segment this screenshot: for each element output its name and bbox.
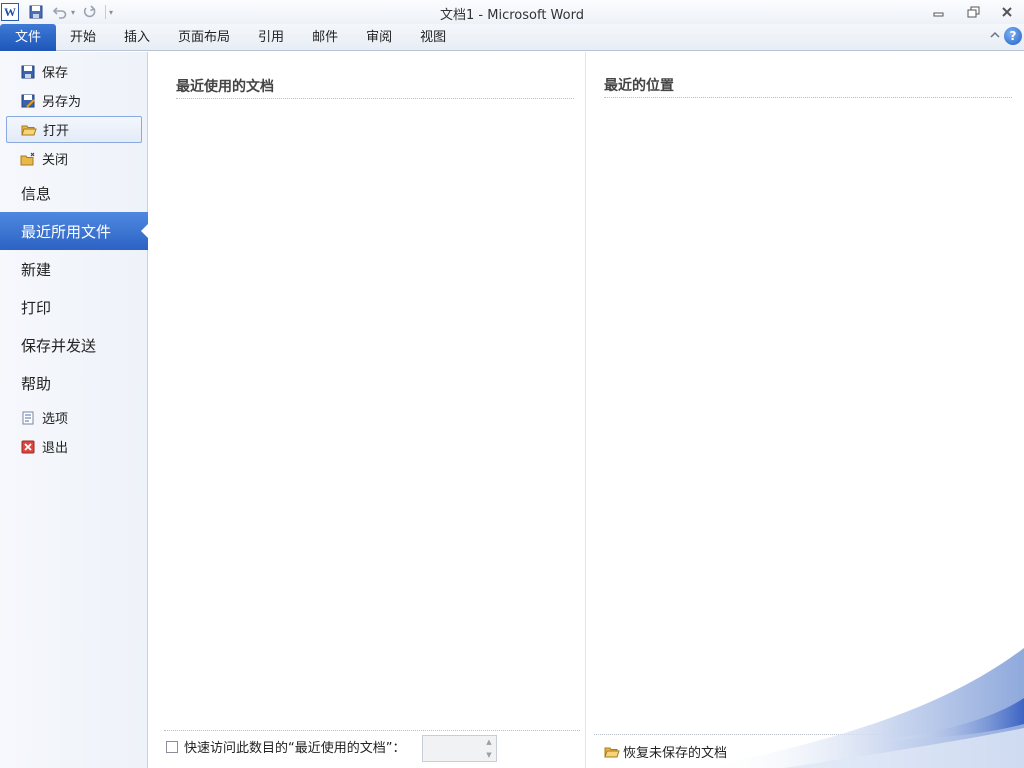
nav-tab-info[interactable]: 信息 bbox=[0, 174, 148, 212]
collapse-ribbon-icon[interactable] bbox=[990, 31, 1000, 42]
nav-save[interactable]: 保存 bbox=[6, 58, 142, 85]
exit-icon bbox=[20, 439, 36, 455]
recover-unsaved-label: 恢复未保存的文档 bbox=[623, 746, 728, 761]
nav-save-label: 保存 bbox=[42, 66, 69, 81]
nav-exit[interactable]: 退出 bbox=[6, 433, 142, 460]
open-folder-icon bbox=[21, 122, 37, 138]
nav-tab-new[interactable]: 新建 bbox=[0, 250, 148, 288]
quick-access-divider bbox=[164, 730, 580, 731]
nav-open-label: 打开 bbox=[43, 124, 70, 139]
recent-documents-title: 最近使用的文档 bbox=[176, 79, 274, 95]
stepper-down-icon[interactable]: ▼ bbox=[482, 749, 496, 762]
stepper-up-icon[interactable]: ▲ bbox=[482, 736, 496, 749]
close-folder-icon bbox=[20, 151, 36, 167]
tab-view[interactable]: 视图 bbox=[406, 24, 460, 51]
nav-save-as[interactable]: 另存为 bbox=[6, 87, 142, 114]
options-icon bbox=[20, 410, 36, 426]
quick-access-checkbox[interactable] bbox=[166, 740, 178, 753]
recent-places-divider bbox=[604, 97, 1012, 98]
recent-documents-divider bbox=[176, 98, 574, 99]
nav-close[interactable]: 关闭 bbox=[6, 145, 142, 172]
tab-file[interactable]: 文件 bbox=[0, 24, 56, 51]
quick-access-option: 快速访问此数目的“最近使用的文档”： bbox=[166, 737, 405, 756]
window-title: 文档1 - Microsoft Word bbox=[440, 8, 584, 23]
nav-tab-recent[interactable]: 最近所用文件 bbox=[0, 212, 149, 250]
tab-home[interactable]: 开始 bbox=[56, 24, 110, 51]
help-icon[interactable]: ? bbox=[1004, 27, 1022, 45]
nav-tab-help[interactable]: 帮助 bbox=[0, 364, 148, 402]
open-folder-icon bbox=[604, 745, 620, 759]
nav-options-label: 选项 bbox=[42, 412, 69, 427]
ribbon-tab-row: 文件 开始 插入 页面布局 引用 邮件 审阅 视图 ? bbox=[0, 24, 1024, 51]
minimize-icon[interactable] bbox=[922, 0, 956, 24]
recent-places-title: 最近的位置 bbox=[604, 78, 674, 94]
ribbon-tabs: 开始 插入 页面布局 引用 邮件 审阅 视图 bbox=[56, 24, 460, 51]
nav-close-label: 关闭 bbox=[42, 153, 69, 168]
backstage-nav: 保存 另存为 打开 关闭 信息 最近所用文件 新建 打印 保存并发送 帮助 选项… bbox=[0, 52, 149, 768]
nav-open[interactable]: 打开 bbox=[6, 116, 142, 143]
save-icon bbox=[20, 64, 36, 80]
nav-options[interactable]: 选项 bbox=[6, 404, 142, 431]
tab-insert[interactable]: 插入 bbox=[110, 24, 164, 51]
ribbon-help-area: ? bbox=[990, 27, 1022, 45]
stepper-arrows: ▲ ▼ bbox=[482, 736, 496, 761]
quick-access-label: 快速访问此数目的“最近使用的文档”： bbox=[184, 741, 406, 756]
recover-unsaved-button[interactable]: 恢复未保存的文档 bbox=[604, 742, 727, 761]
window-controls bbox=[922, 0, 1024, 24]
title-bar: W ▾ ▾ 文档1 - Microsoft Word bbox=[0, 0, 1024, 24]
nav-tab-save-send[interactable]: 保存并发送 bbox=[0, 326, 148, 364]
restore-icon[interactable] bbox=[956, 0, 990, 24]
nav-tab-print[interactable]: 打印 bbox=[0, 288, 148, 326]
nav-save-as-label: 另存为 bbox=[42, 95, 82, 110]
recent-content: 最近使用的文档 最近的位置 快速访问此数目的“最近使用的文档”： ▲ ▼ 恢复未… bbox=[149, 52, 1024, 768]
close-icon[interactable] bbox=[990, 0, 1024, 24]
tab-page-layout[interactable]: 页面布局 bbox=[164, 24, 244, 51]
tab-review[interactable]: 审阅 bbox=[352, 24, 406, 51]
nav-exit-label: 退出 bbox=[42, 441, 69, 456]
tab-references[interactable]: 引用 bbox=[244, 24, 298, 51]
tab-mailings[interactable]: 邮件 bbox=[298, 24, 352, 51]
quick-access-count-stepper[interactable]: ▲ ▼ bbox=[422, 735, 497, 762]
save-as-icon bbox=[20, 93, 36, 109]
